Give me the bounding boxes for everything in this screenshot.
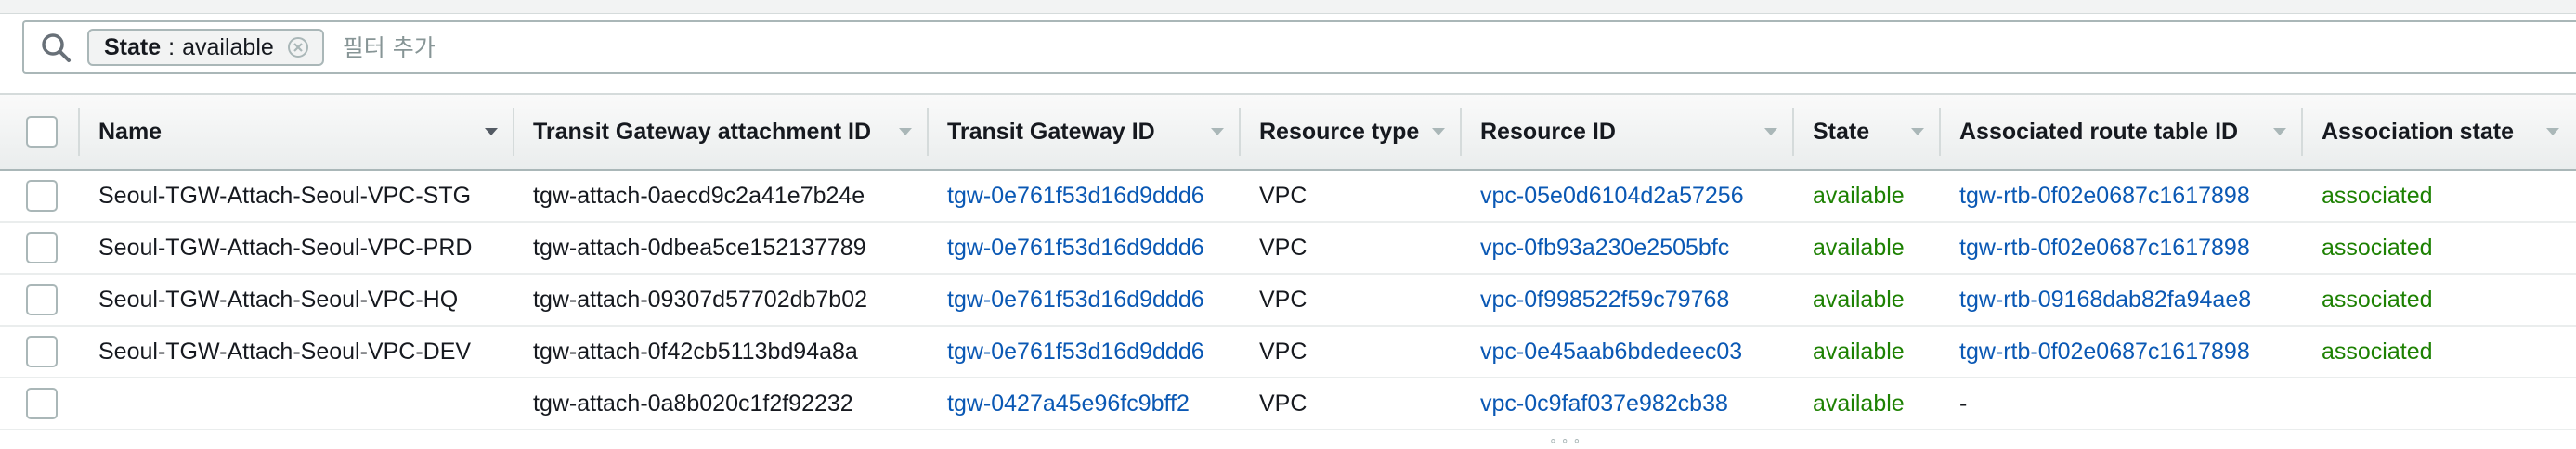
- cell-association-state: associated: [2303, 274, 2576, 327]
- cell-name: Seoul-TGW-Attach-Seoul-VPC-STG: [80, 170, 514, 223]
- filter-token[interactable]: State : available: [87, 29, 324, 66]
- column-header-label: Associated route table ID: [1959, 118, 2239, 145]
- table-row[interactable]: tgw-attach-0a8b020c1f2f92232 tgw-0427a45…: [0, 378, 2576, 430]
- cell-route-table-link[interactable]: tgw-rtb-0f02e0687c1617898: [1941, 222, 2303, 275]
- column-header-label: State: [1813, 118, 1870, 145]
- caret-down-icon: [1432, 128, 1445, 135]
- row-select-cell: [0, 222, 80, 275]
- cell-resource-id-link[interactable]: vpc-0fb93a230e2505bfc: [1462, 222, 1794, 275]
- cell-route-table-link[interactable]: tgw-rtb-09168dab82fa94ae8: [1941, 274, 2303, 327]
- caret-down-icon: [899, 128, 912, 135]
- cell-resource-id-link[interactable]: vpc-05e0d6104d2a57256: [1462, 170, 1794, 223]
- column-header-label: Name: [98, 118, 163, 145]
- cell-tgw-id-link[interactable]: tgw-0e761f53d16d9ddd6: [929, 274, 1241, 327]
- row-checkbox[interactable]: [26, 180, 58, 212]
- table-row[interactable]: Seoul-TGW-Attach-Seoul-VPC-DEV tgw-attac…: [0, 326, 2576, 378]
- cell-attachment-id: tgw-attach-09307d57702db7b02: [514, 274, 929, 327]
- cell-route-table-link[interactable]: tgw-rtb-0f02e0687c1617898: [1941, 326, 2303, 378]
- cell-resource-id-link[interactable]: vpc-0e45aab6bdedeec03: [1462, 326, 1794, 378]
- cell-tgw-id-link[interactable]: tgw-0427a45e96fc9bff2: [929, 378, 1241, 430]
- cell-tgw-id-link[interactable]: tgw-0e761f53d16d9ddd6: [929, 222, 1241, 275]
- cell-resource-type: VPC: [1241, 222, 1462, 275]
- column-header[interactable]: Association state: [2303, 93, 2576, 171]
- close-circle-icon[interactable]: [287, 36, 309, 58]
- column-header[interactable]: State: [1794, 93, 1941, 171]
- column-header-label: Resource type: [1259, 118, 1420, 145]
- column-header[interactable]: Associated route table ID: [1941, 93, 2303, 171]
- search-icon: [35, 27, 76, 68]
- cell-tgw-id-link[interactable]: tgw-0e761f53d16d9ddd6: [929, 326, 1241, 378]
- attachments-table-container: Name Transit Gateway attachment ID Trans…: [0, 93, 2576, 430]
- cell-route-table-empty: -: [1941, 378, 2303, 430]
- cell-resource-type: VPC: [1241, 274, 1462, 327]
- caret-down-icon: [485, 128, 498, 135]
- cell-name: [80, 378, 514, 430]
- cell-resource-type: VPC: [1241, 326, 1462, 378]
- cell-route-table-link[interactable]: tgw-rtb-0f02e0687c1617898: [1941, 170, 2303, 223]
- cell-resource-id-link[interactable]: vpc-0c9faf037e982cb38: [1462, 378, 1794, 430]
- column-header-label: Association state: [2322, 118, 2515, 145]
- filter-bar[interactable]: State : available: [22, 20, 2576, 74]
- select-all-checkbox[interactable]: [26, 116, 58, 148]
- cell-name: Seoul-TGW-Attach-Seoul-VPC-HQ: [80, 274, 514, 327]
- row-checkbox[interactable]: [26, 284, 58, 315]
- cell-state: available: [1794, 222, 1941, 275]
- row-checkbox[interactable]: [26, 388, 58, 419]
- row-checkbox[interactable]: [26, 232, 58, 263]
- cell-attachment-id: tgw-attach-0a8b020c1f2f92232: [514, 378, 929, 430]
- column-header-label: Transit Gateway ID: [947, 118, 1155, 145]
- column-header-label: Transit Gateway attachment ID: [533, 118, 872, 145]
- cell-association-state: associated: [2303, 326, 2576, 378]
- table-row[interactable]: Seoul-TGW-Attach-Seoul-VPC-STG tgw-attac…: [0, 170, 2576, 223]
- caret-down-icon: [2546, 128, 2559, 135]
- cell-association-state: [2303, 378, 2576, 430]
- column-header[interactable]: Transit Gateway ID: [929, 93, 1241, 171]
- row-checkbox[interactable]: [26, 336, 58, 367]
- caret-down-icon: [1911, 128, 1924, 135]
- select-all-header: [0, 93, 80, 171]
- caret-down-icon: [2273, 128, 2286, 135]
- table-row[interactable]: Seoul-TGW-Attach-Seoul-VPC-HQ tgw-attach…: [0, 274, 2576, 327]
- filter-token-value: available: [182, 33, 274, 60]
- row-select-cell: [0, 274, 80, 327]
- cell-state: available: [1794, 170, 1941, 223]
- top-band: [0, 0, 2576, 14]
- cell-attachment-id: tgw-attach-0f42cb5113bd94a8a: [514, 326, 929, 378]
- cell-attachment-id: tgw-attach-0aecd9c2a41e7b24e: [514, 170, 929, 223]
- filter-token-key: State: [104, 33, 162, 60]
- cell-attachment-id: tgw-attach-0dbea5ce152137789: [514, 222, 929, 275]
- row-select-cell: [0, 378, 80, 430]
- cell-state: available: [1794, 274, 1941, 327]
- resize-handle-icon[interactable]: ∘∘∘: [1549, 432, 1584, 448]
- column-header-label: Resource ID: [1480, 118, 1616, 145]
- cell-resource-id-link[interactable]: vpc-0f998522f59c79768: [1462, 274, 1794, 327]
- column-header[interactable]: Transit Gateway attachment ID: [514, 93, 929, 171]
- column-header[interactable]: Name: [80, 93, 514, 171]
- caret-down-icon: [1211, 128, 1224, 135]
- filter-token-separator: :: [168, 33, 176, 60]
- cell-tgw-id-link[interactable]: tgw-0e761f53d16d9ddd6: [929, 170, 1241, 223]
- add-filter-input[interactable]: [340, 32, 902, 62]
- cell-association-state: associated: [2303, 222, 2576, 275]
- table-row[interactable]: Seoul-TGW-Attach-Seoul-VPC-PRD tgw-attac…: [0, 222, 2576, 275]
- column-header[interactable]: Resource type: [1241, 93, 1462, 171]
- attachments-table: Name Transit Gateway attachment ID Trans…: [0, 93, 2576, 430]
- table-header-row: Name Transit Gateway attachment ID Trans…: [0, 93, 2576, 171]
- cell-state: available: [1794, 326, 1941, 378]
- cell-name: Seoul-TGW-Attach-Seoul-VPC-PRD: [80, 222, 514, 275]
- column-header[interactable]: Resource ID: [1462, 93, 1794, 171]
- row-select-cell: [0, 326, 80, 378]
- cell-state: available: [1794, 378, 1941, 430]
- row-select-cell: [0, 170, 80, 223]
- cell-resource-type: VPC: [1241, 378, 1462, 430]
- caret-down-icon: [1764, 128, 1777, 135]
- cell-resource-type: VPC: [1241, 170, 1462, 223]
- cell-name: Seoul-TGW-Attach-Seoul-VPC-DEV: [80, 326, 514, 378]
- cell-association-state: associated: [2303, 170, 2576, 223]
